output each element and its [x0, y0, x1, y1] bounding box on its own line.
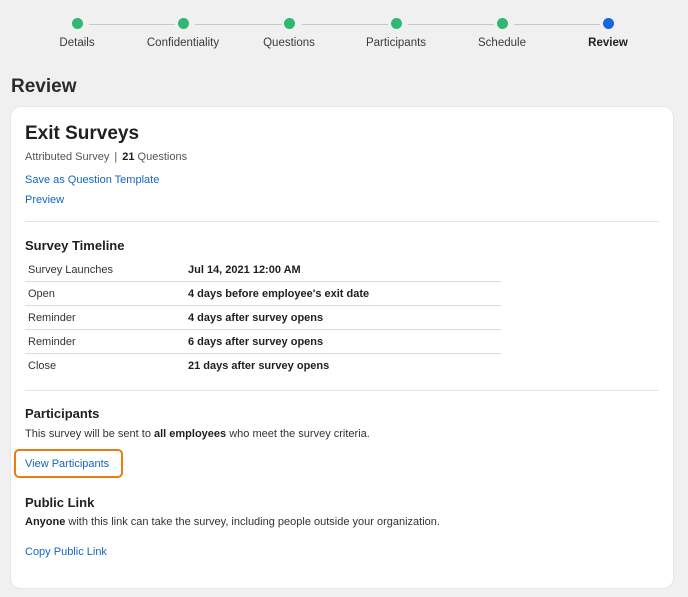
- timeline-label: Survey Launches: [25, 258, 185, 282]
- step-label: Questions: [263, 37, 315, 49]
- step-participants[interactable]: Participants: [341, 18, 451, 49]
- step-confidentiality[interactable]: Confidentiality: [128, 18, 238, 49]
- step-schedule[interactable]: Schedule: [447, 18, 557, 49]
- timeline-value: Jul 14, 2021 12:00 AM: [185, 258, 501, 282]
- step-details[interactable]: Details: [22, 18, 132, 49]
- step-label: Participants: [365, 37, 427, 49]
- preview-link[interactable]: Preview: [25, 194, 64, 206]
- table-row: Reminder 6 days after survey opens: [25, 329, 501, 354]
- timeline-label: Close: [28, 359, 57, 372]
- step-complete-dot-icon: [177, 18, 189, 29]
- participants-description: This survey will be sent to all employee…: [25, 428, 370, 440]
- timeline-value: 4 days before employee's exit date: [185, 281, 501, 306]
- timeline-table: Survey Launches Jul 14, 2021 12:00 AM Op…: [25, 258, 501, 377]
- meta-separator: |: [114, 151, 118, 163]
- public-link-section-title: Public Link: [25, 495, 95, 510]
- survey-meta: Attributed Survey | 21 Questions: [25, 151, 187, 163]
- step-label: Details: [59, 37, 95, 49]
- timeline-label: Reminder: [25, 305, 185, 330]
- table-row: Reminder 4 days after survey opens: [25, 305, 501, 330]
- participants-text: This survey will be sent to: [25, 428, 154, 440]
- table-row: Close 21 days after survey opens: [25, 354, 501, 378]
- participants-text: who meet the survey criteria.: [226, 428, 370, 440]
- step-complete-dot-icon: [390, 18, 402, 29]
- view-participants-link[interactable]: View Participants: [25, 458, 109, 470]
- step-complete-dot-icon: [496, 18, 508, 29]
- timeline-label: Reminder: [25, 329, 185, 354]
- timeline-value: 21 days after survey opens: [188, 359, 330, 372]
- table-row: Survey Launches Jul 14, 2021 12:00 AM: [25, 258, 501, 282]
- step-complete-dot-icon: [283, 18, 295, 29]
- timeline-value: 4 days after survey opens: [185, 305, 501, 330]
- copy-public-link[interactable]: Copy Public Link: [25, 546, 107, 558]
- question-count: 21: [122, 151, 135, 163]
- public-link-description: Anyone with this link can take the surve…: [25, 516, 440, 528]
- survey-title: Exit Surveys: [25, 123, 140, 144]
- timeline-label: Open: [25, 281, 185, 306]
- save-as-template-link[interactable]: Save as Question Template: [25, 174, 159, 186]
- divider: [25, 221, 659, 222]
- step-label: Schedule: [478, 37, 526, 49]
- question-word: Questions: [137, 151, 188, 163]
- step-label: Confidentiality: [146, 37, 220, 49]
- progress-stepper: Details Confidentiality Questions Partic…: [0, 0, 688, 60]
- divider: [25, 390, 659, 391]
- page-title: Review: [11, 76, 77, 97]
- step-label: Review: [588, 37, 628, 49]
- step-current-dot-icon: [602, 18, 614, 29]
- step-questions[interactable]: Questions: [234, 18, 344, 49]
- timeline-value: 6 days after survey opens: [185, 329, 501, 354]
- participants-emphasis: all employees: [154, 428, 227, 440]
- public-link-text: with this link can take the survey, incl…: [65, 516, 440, 528]
- participants-section-title: Participants: [25, 406, 100, 421]
- review-card: Exit Surveys Attributed Survey | 21 Questi…: [11, 107, 673, 588]
- timeline-section-title: Survey Timeline: [25, 238, 125, 253]
- table-row: Open 4 days before employee's exit date: [25, 281, 501, 306]
- public-link-emphasis: Anyone: [25, 516, 66, 528]
- survey-type: Attributed Survey: [25, 151, 110, 163]
- step-review[interactable]: Review: [553, 18, 663, 49]
- step-complete-dot-icon: [71, 18, 83, 29]
